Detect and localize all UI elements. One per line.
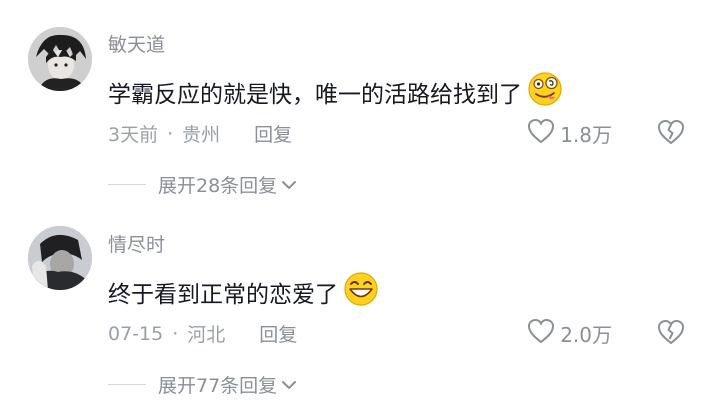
broken-heart-icon xyxy=(656,319,686,350)
comment-item: 情尽时 终于看到正常的恋爱了 07-15 · 河北 回复 2.0万 展开77条回… xyxy=(0,200,720,400)
comment-date: 3天前 xyxy=(108,124,159,146)
comment-text-content: 终于看到正常的恋爱了 xyxy=(108,282,338,308)
comment-item: 敏天道 学霸反应的就是快，唯一的活路给找到了 3天前 · 贵州 回复 1.8万 xyxy=(0,0,720,200)
comment-text: 终于看到正常的恋爱了 xyxy=(108,270,380,314)
username[interactable]: 敏天道 xyxy=(108,30,165,57)
divider xyxy=(108,384,146,385)
dislike-button[interactable] xyxy=(656,318,686,350)
comment-location: 贵州 xyxy=(182,124,221,146)
comment-text: 学霸反应的就是快，唯一的活路给找到了 xyxy=(108,70,564,114)
heart-icon xyxy=(526,117,560,150)
like-count: 1.8万 xyxy=(560,123,612,147)
like-count: 2.0万 xyxy=(560,323,612,347)
chevron-down-icon xyxy=(277,174,297,196)
chevron-down-icon xyxy=(277,374,297,396)
comment-date: 07-15 xyxy=(108,322,164,345)
expand-replies-button[interactable]: 展开28条回复 xyxy=(108,171,297,198)
avatar[interactable] xyxy=(28,226,92,290)
comment-meta: 07-15 · 河北 回复 xyxy=(108,320,297,347)
expand-replies-label: 展开28条回复 xyxy=(158,175,278,197)
reply-button[interactable]: 回复 xyxy=(254,120,292,147)
avatar[interactable] xyxy=(28,27,92,91)
meta-separator: · xyxy=(167,122,174,145)
like-button[interactable]: 2.0万 xyxy=(526,317,612,350)
comment-meta: 3天前 · 贵州 回复 xyxy=(108,120,292,147)
expand-replies-label: 展开77条回复 xyxy=(158,375,278,397)
heart-icon xyxy=(526,317,560,350)
comment-text-content: 学霸反应的就是快，唯一的活路给找到了 xyxy=(108,82,522,108)
expand-replies-button[interactable]: 展开77条回复 xyxy=(108,371,297,398)
reply-button[interactable]: 回复 xyxy=(259,320,297,347)
like-button[interactable]: 1.8万 xyxy=(526,117,612,150)
comment-location: 河北 xyxy=(187,324,226,346)
meta-separator: · xyxy=(172,322,179,345)
dizzy-face-emoji xyxy=(526,70,564,114)
divider xyxy=(108,184,146,185)
broken-heart-icon xyxy=(656,119,686,150)
username[interactable]: 情尽时 xyxy=(108,230,165,257)
grinning-face-emoji xyxy=(342,270,380,314)
dislike-button[interactable] xyxy=(656,118,686,150)
